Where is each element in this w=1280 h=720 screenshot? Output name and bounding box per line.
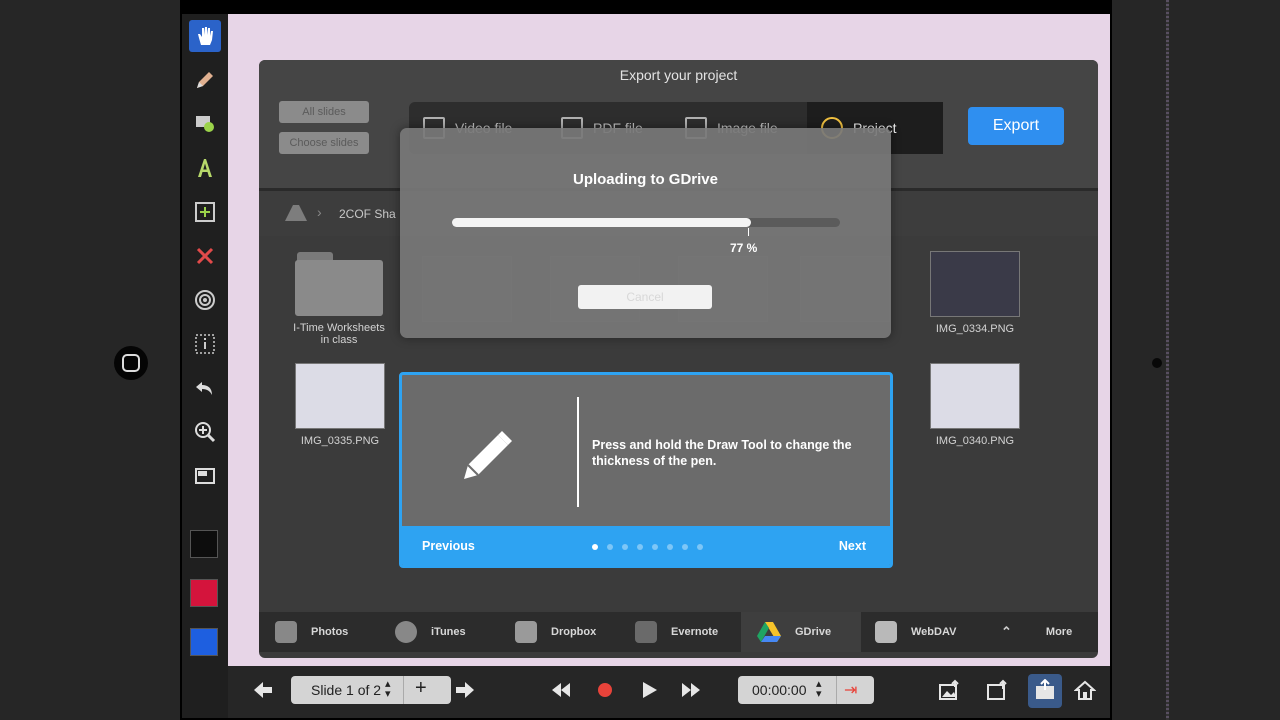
evernote-icon <box>635 621 657 643</box>
zoom-icon[interactable] <box>189 416 221 448</box>
bottom-toolbar: Slide 1 of 2 ▴ ▾ + 00:00:00 ▴ ▾ ⇥ <box>228 666 1110 718</box>
dropbox-icon <box>515 621 537 643</box>
service-photos[interactable]: Photos <box>275 612 389 652</box>
service-bar: Photos iTunes Dropbox Evernote GDrive We… <box>259 612 1098 652</box>
image-thumbnail <box>930 251 1020 317</box>
device-bezel-left <box>0 0 180 720</box>
gdrive-path-icon <box>285 205 307 221</box>
service-webdav[interactable]: WebDAV <box>875 612 995 652</box>
tip-pagination <box>592 544 703 550</box>
itunes-icon <box>395 621 417 643</box>
file-name: IMG_0340.PNG <box>935 435 1015 447</box>
folder-icon <box>295 250 383 316</box>
jump-to-time-icon[interactable]: ⇥ <box>844 680 857 700</box>
pencil-icon[interactable] <box>189 64 221 96</box>
webdav-icon <box>875 621 897 643</box>
time-selector[interactable]: 00:00:00 ▴ ▾ ⇥ <box>738 676 874 704</box>
delete-icon[interactable] <box>189 240 221 272</box>
cancel-button[interactable]: Cancel <box>578 285 712 309</box>
tip-panel: Press and hold the Draw Tool to change t… <box>399 372 893 568</box>
info-icon[interactable] <box>189 328 221 360</box>
tip-footer: Previous Next <box>402 526 890 565</box>
progress-bar <box>452 218 840 227</box>
file-name: IMG_0334.PNG <box>935 323 1015 335</box>
shape-icon[interactable] <box>189 108 221 140</box>
service-more[interactable]: ⌃ More <box>1001 612 1091 652</box>
service-itunes[interactable]: iTunes <box>395 612 505 652</box>
previous-button[interactable]: Previous <box>422 539 475 553</box>
progress-fill <box>452 218 751 227</box>
upload-progress-dialog: Uploading to GDrive 77 % Cancel <box>400 128 891 338</box>
play-icon[interactable] <box>638 679 660 701</box>
export-title: Export your project <box>619 67 738 83</box>
file-name: IMG_0335.PNG <box>300 435 380 447</box>
file-name: I-Time Worksheets in class <box>293 322 385 346</box>
add-slide-button[interactable]: + <box>415 677 427 700</box>
home-icon[interactable] <box>1074 679 1096 701</box>
tools-sidebar <box>182 14 228 718</box>
rewind-icon[interactable] <box>550 679 572 701</box>
choose-slides-button[interactable]: Choose slides <box>279 132 369 154</box>
record-icon[interactable] <box>594 679 616 701</box>
undo-icon[interactable] <box>189 372 221 404</box>
service-evernote[interactable]: Evernote <box>635 612 745 652</box>
target-icon[interactable] <box>189 284 221 316</box>
color-swatch-blue[interactable] <box>190 628 218 656</box>
home-button[interactable] <box>114 346 148 380</box>
chevron-up-icon: ⌃ <box>1001 624 1012 639</box>
breadcrumb-folder[interactable]: 2COF Sha <box>339 207 396 221</box>
image-thumbnail <box>295 363 385 429</box>
export-icon[interactable] <box>1034 679 1056 701</box>
page-dot[interactable] <box>592 544 598 550</box>
page-dot[interactable] <box>682 544 688 550</box>
export-button[interactable]: Export <box>968 107 1064 145</box>
bezel-edge <box>1166 0 1169 720</box>
home-square-icon <box>122 354 140 372</box>
page-dot[interactable] <box>652 544 658 550</box>
file-item-img-0340[interactable]: IMG_0340.PNG <box>929 363 1021 447</box>
color-swatch-red[interactable] <box>190 579 218 607</box>
page-dot[interactable] <box>697 544 703 550</box>
stepper-icon[interactable]: ▴ ▾ <box>385 679 391 700</box>
add-box-icon[interactable] <box>189 196 221 228</box>
previous-slide-icon[interactable] <box>252 679 274 701</box>
all-slides-button[interactable]: All slides <box>279 101 369 123</box>
slide-label: Slide 1 of 2 <box>311 682 382 698</box>
text-icon[interactable] <box>189 152 221 184</box>
page-dot[interactable] <box>667 544 673 550</box>
page-dot[interactable] <box>622 544 628 550</box>
camera-dot <box>1152 358 1162 368</box>
slide-selector[interactable]: Slide 1 of 2 ▴ ▾ + <box>291 676 451 704</box>
share-icon[interactable] <box>986 679 1008 701</box>
fast-forward-icon[interactable] <box>680 679 702 701</box>
tip-divider <box>577 397 579 507</box>
hand-icon[interactable] <box>189 20 221 52</box>
stepper-icon[interactable]: ▴ ▾ <box>816 679 822 700</box>
file-item-img-0335[interactable]: IMG_0335.PNG <box>294 363 386 447</box>
image-thumbnail <box>930 363 1020 429</box>
pencil-icon <box>464 431 512 479</box>
gdrive-icon <box>757 622 781 642</box>
page-dot[interactable] <box>607 544 613 550</box>
device-bezel-right <box>1112 0 1280 720</box>
next-slide-icon[interactable] <box>454 679 476 701</box>
photos-icon <box>275 621 297 643</box>
next-button[interactable]: Next <box>839 539 866 553</box>
progress-marker <box>748 228 749 236</box>
app-screen: Export your project All slides Choose sl… <box>182 14 1110 718</box>
tip-text: Press and hold the Draw Tool to change t… <box>592 438 852 468</box>
background-icon[interactable] <box>189 460 221 492</box>
service-dropbox[interactable]: Dropbox <box>515 612 625 652</box>
upload-title: Uploading to GDrive <box>572 171 718 188</box>
service-gdrive[interactable]: GDrive <box>741 612 861 652</box>
progress-percent: 77 % <box>730 241 758 255</box>
color-swatch-black[interactable] <box>190 530 218 558</box>
file-item-img-0334[interactable]: IMG_0334.PNG <box>929 251 1021 335</box>
chevron-right-icon: › <box>317 204 322 220</box>
page-dot[interactable] <box>637 544 643 550</box>
file-item-folder[interactable]: I-Time Worksheets in class <box>293 250 385 346</box>
time-label: 00:00:00 <box>752 682 807 698</box>
image-export-icon[interactable] <box>938 679 960 701</box>
